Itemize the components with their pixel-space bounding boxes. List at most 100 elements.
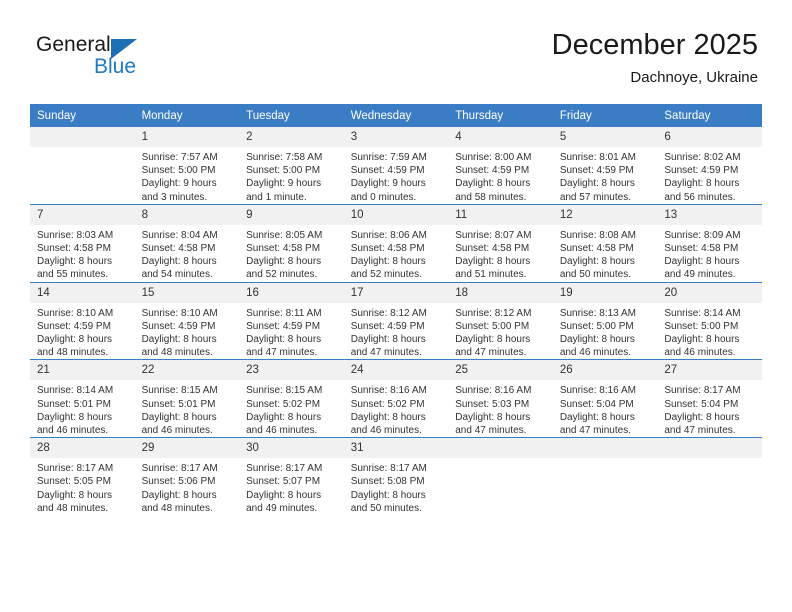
calendar-day-cell[interactable]: 18 Sunrise: 8:12 AM Sunset: 5:00 PM Dayligh…: [448, 281, 553, 360]
daylight-text-line1: Daylight: 8 hours: [350, 489, 426, 501]
day-number: 26: [552, 360, 658, 381]
daylight-text-line1: Daylight: 8 hours: [664, 411, 740, 423]
daylight-text-line2: and 46 minutes.: [559, 347, 631, 359]
day-number: 29: [134, 438, 240, 459]
sunrise-text: Sunrise: 8:02 AM: [664, 152, 741, 163]
calendar-day-cell[interactable]: 14 Sunrise: 8:10 AM Sunset: 4:59 PM Dayligh…: [30, 281, 135, 360]
generalblue-logo[interactable]: General Blue: [36, 34, 216, 90]
day-number: 6: [657, 127, 762, 147]
day-details: Sunrise: 8:03 AM Sunset: 4:58 PM Daylight:…: [30, 225, 135, 282]
calendar-day-cell[interactable]: 8 Sunrise: 8:04 AM Sunset: 4:58 PM Daylight…: [134, 203, 240, 283]
day-number: 23: [239, 360, 344, 381]
day-number: 20: [657, 282, 762, 303]
calendar-day-cell[interactable]: 3 Sunrise: 7:59 AM Sunset: 4:59 PM Daylight…: [343, 127, 449, 204]
day-details: Sunrise: 8:04 AM Sunset: 4:58 PM Daylight:…: [135, 225, 240, 282]
sunrise-text: Sunrise: 8:15 AM: [246, 385, 323, 397]
calendar-day-cell[interactable]: 19 Sunrise: 8:13 AM Sunset: 5:00 PM Dayligh…: [552, 281, 658, 360]
calendar-day-cell[interactable]: 11 Sunrise: 8:07 AM Sunset: 4:58 PM Dayligh…: [448, 203, 553, 283]
daylight-text-line1: Daylight: 8 hours: [246, 489, 322, 501]
daylight-text-line1: Daylight: 8 hours: [37, 489, 113, 501]
calendar-day-cell[interactable]: 27 Sunrise: 8:17 AM Sunset: 5:04 PM Dayligh…: [657, 359, 762, 438]
sunset-text: Sunset: 5:00 PM: [664, 320, 739, 332]
sunrise-text: Sunrise: 7:57 AM: [141, 152, 218, 163]
sunset-text: Sunset: 4:59 PM: [350, 320, 425, 332]
sunset-text: Sunset: 4:58 PM: [141, 243, 216, 255]
daylight-text-line2: and 50 minutes.: [350, 502, 422, 514]
calendar-day-cell[interactable]: 15 Sunrise: 8:10 AM Sunset: 4:59 PM Dayligh…: [134, 281, 240, 360]
day-details: Sunrise: 8:01 AM Sunset: 4:59 PM Daylight:…: [553, 147, 658, 204]
calendar-day-cell[interactable]: 20 Sunrise: 8:14 AM Sunset: 5:00 PM Dayligh…: [657, 281, 762, 360]
calendar-day-cell[interactable]: 13 Sunrise: 8:09 AM Sunset: 4:58 PM Dayligh…: [657, 203, 762, 283]
sunrise-text: Sunrise: 7:59 AM: [350, 152, 427, 163]
calendar-day-cell[interactable]: 4 Sunrise: 8:00 AM Sunset: 4:59 PM Daylight…: [448, 127, 553, 204]
daylight-text-line2: and 46 minutes.: [664, 347, 736, 359]
daylight-text-line1: Daylight: 8 hours: [559, 411, 635, 423]
sunset-text: Sunset: 5:02 PM: [246, 398, 321, 410]
day-number: 28: [30, 438, 135, 459]
sunrise-text: Sunrise: 8:17 AM: [664, 385, 741, 397]
day-number: 4: [448, 127, 553, 147]
calendar-day-cell[interactable]: 5 Sunrise: 8:01 AM Sunset: 4:59 PM Daylight…: [552, 127, 658, 204]
sunset-text: Sunset: 5:07 PM: [246, 476, 321, 488]
daylight-text-line2: and 47 minutes.: [559, 425, 631, 437]
calendar-cell-empty: [657, 437, 762, 516]
sunrise-text: Sunrise: 8:16 AM: [350, 385, 427, 397]
calendar-day-cell[interactable]: 28 Sunrise: 8:17 AM Sunset: 5:05 PM Dayligh…: [30, 437, 135, 516]
sunset-text: Sunset: 5:08 PM: [350, 476, 425, 488]
day-details: Sunrise: 8:13 AM Sunset: 5:00 PM Daylight:…: [553, 303, 658, 360]
calendar-day-cell[interactable]: 21 Sunrise: 8:14 AM Sunset: 5:01 PM Dayligh…: [30, 359, 135, 438]
calendar-day-cell[interactable]: 7 Sunrise: 8:03 AM Sunset: 4:58 PM Daylight…: [30, 203, 135, 283]
calendar-day-cell[interactable]: 6 Sunrise: 8:02 AM Sunset: 4:59 PM Daylight…: [657, 127, 762, 204]
sunrise-text: Sunrise: 8:17 AM: [141, 463, 218, 475]
calendar-day-cell[interactable]: 10 Sunrise: 8:06 AM Sunset: 4:58 PM Dayligh…: [343, 203, 449, 283]
sunrise-text: Sunrise: 8:12 AM: [455, 307, 532, 319]
day-details: Sunrise: 7:57 AM Sunset: 5:00 PM Daylight:…: [135, 147, 240, 204]
daylight-text-line1: Daylight: 9 hours: [350, 178, 426, 190]
sunrise-text: Sunrise: 8:13 AM: [559, 307, 636, 319]
day-details: Sunrise: 7:59 AM Sunset: 4:59 PM Daylight:…: [344, 147, 449, 204]
calendar-day-cell[interactable]: 17 Sunrise: 8:12 AM Sunset: 4:59 PM Dayligh…: [343, 281, 449, 360]
sunset-text: Sunset: 5:00 PM: [559, 320, 634, 332]
sunrise-text: Sunrise: 8:03 AM: [37, 229, 114, 241]
calendar-day-cell[interactable]: 31 Sunrise: 8:17 AM Sunset: 5:08 PM Dayligh…: [343, 437, 449, 516]
calendar-day-cell[interactable]: 25 Sunrise: 8:16 AM Sunset: 5:03 PM Dayligh…: [448, 359, 553, 438]
page-header: General Blue December 2025 Dachnoye, Ukr…: [0, 0, 792, 104]
sunset-text: Sunset: 4:58 PM: [455, 243, 530, 255]
calendar-day-cell[interactable]: 23 Sunrise: 8:15 AM Sunset: 5:02 PM Dayligh…: [239, 359, 344, 438]
daylight-text-line2: and 50 minutes.: [559, 269, 631, 281]
day-number: 19: [552, 282, 658, 303]
calendar-grid: Sunday Monday Tuesday Wednesday Thursday…: [30, 104, 762, 516]
daylight-text-line2: and 47 minutes.: [455, 347, 527, 359]
sunset-text: Sunset: 5:04 PM: [664, 398, 739, 410]
calendar-day-cell[interactable]: 16 Sunrise: 8:11 AM Sunset: 4:59 PM Dayligh…: [239, 281, 344, 360]
calendar-day-cell[interactable]: 1 Sunrise: 7:57 AM Sunset: 5:00 PM Daylight…: [134, 127, 240, 204]
daylight-text-line2: and 47 minutes.: [664, 425, 736, 437]
daylight-text-line1: Daylight: 8 hours: [664, 334, 740, 346]
weekday-header-sunday: Sunday: [30, 104, 135, 127]
daylight-text-line1: Daylight: 8 hours: [246, 334, 322, 346]
day-number: [552, 438, 658, 459]
daylight-text-line1: Daylight: 8 hours: [37, 334, 113, 346]
sunset-text: Sunset: 5:03 PM: [455, 398, 530, 410]
weekday-header-thursday: Thursday: [448, 104, 553, 127]
calendar-day-cell[interactable]: 22 Sunrise: 8:15 AM Sunset: 5:01 PM Dayligh…: [134, 359, 240, 438]
daylight-text-line1: Daylight: 8 hours: [455, 334, 531, 346]
calendar-week-row: 28 Sunrise: 8:17 AM Sunset: 5:05 PM Dayligh…: [30, 437, 762, 516]
calendar-day-cell[interactable]: 30 Sunrise: 8:17 AM Sunset: 5:07 PM Dayligh…: [239, 437, 344, 516]
calendar-day-cell[interactable]: 9 Sunrise: 8:05 AM Sunset: 4:58 PM Daylight…: [239, 203, 344, 283]
day-details: Sunrise: 8:17 AM Sunset: 5:04 PM Daylight:…: [657, 380, 762, 437]
calendar-day-cell[interactable]: 24 Sunrise: 8:16 AM Sunset: 5:02 PM Dayligh…: [343, 359, 449, 438]
day-number: 22: [134, 360, 240, 381]
calendar-day-cell[interactable]: 12 Sunrise: 8:08 AM Sunset: 4:58 PM Dayligh…: [552, 203, 658, 283]
daylight-text-line1: Daylight: 9 hours: [246, 178, 322, 190]
day-number: 3: [343, 127, 449, 147]
day-details: Sunrise: 8:14 AM Sunset: 5:01 PM Daylight:…: [30, 380, 135, 437]
sunrise-text: Sunrise: 8:14 AM: [37, 385, 114, 397]
day-number: 24: [343, 360, 449, 381]
daylight-text-line1: Daylight: 8 hours: [559, 256, 635, 268]
calendar-day-cell[interactable]: 29 Sunrise: 8:17 AM Sunset: 5:06 PM Dayligh…: [134, 437, 240, 516]
calendar-day-cell[interactable]: 26 Sunrise: 8:16 AM Sunset: 5:04 PM Dayligh…: [552, 359, 658, 438]
daylight-text-line2: and 48 minutes.: [37, 502, 109, 514]
calendar-day-cell[interactable]: 2 Sunrise: 7:58 AM Sunset: 5:00 PM Daylight…: [239, 127, 344, 204]
weekday-header-monday: Monday: [134, 104, 240, 127]
